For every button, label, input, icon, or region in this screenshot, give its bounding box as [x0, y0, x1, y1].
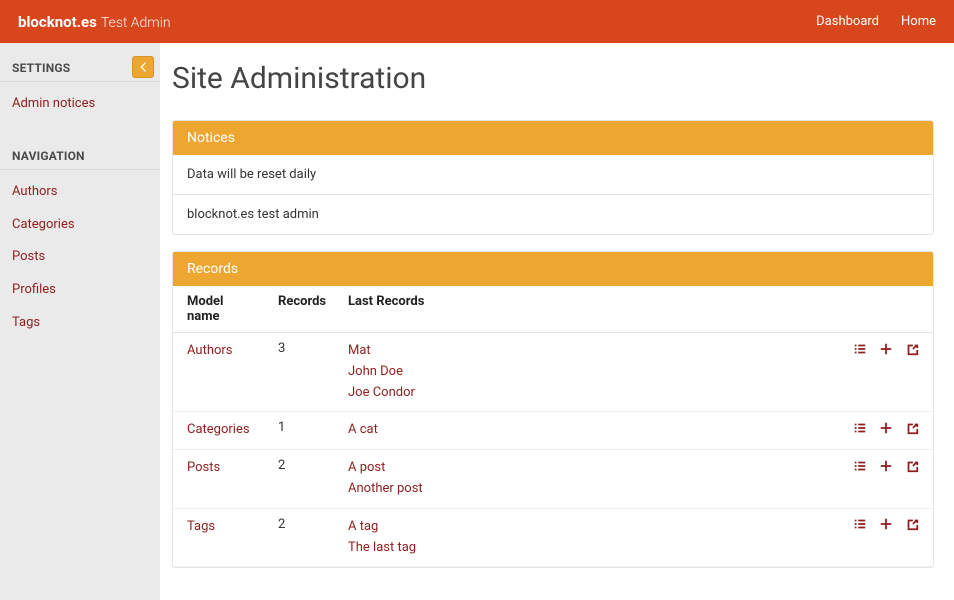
record-link[interactable]: A post — [348, 458, 833, 479]
export-icon — [905, 517, 919, 531]
add-button[interactable] — [879, 420, 893, 435]
sidebar-list-navigation: Authors Categories Posts Profiles Tags — [0, 170, 160, 350]
sidebar: SETTINGS Admin notices NAVIGATION Author… — [0, 43, 160, 600]
sidebar-item-posts[interactable]: Posts — [0, 241, 160, 274]
table-row: Posts2A postAnother post — [173, 450, 933, 509]
last-records-cell: A postAnother post — [338, 450, 843, 509]
chevron-left-icon — [136, 60, 150, 74]
notice-row: Data will be reset daily — [173, 155, 933, 194]
export-button[interactable] — [905, 458, 919, 473]
list-icon — [853, 459, 867, 473]
list-icon — [853, 517, 867, 531]
sidebar-item-label[interactable]: Admin notices — [12, 94, 148, 115]
topbar: blocknot.es Test Admin Dashboard Home — [0, 0, 954, 43]
sidebar-item-label[interactable]: Authors — [12, 182, 148, 203]
brand-name: blocknot.es — [18, 13, 97, 31]
model-link[interactable]: Posts — [187, 458, 258, 479]
brand[interactable]: blocknot.es Test Admin — [18, 13, 171, 31]
record-link[interactable]: Mat — [348, 341, 833, 362]
list-button[interactable] — [853, 458, 867, 473]
add-button[interactable] — [879, 517, 893, 532]
list-button[interactable] — [853, 341, 867, 356]
export-button[interactable] — [905, 420, 919, 435]
list-button[interactable] — [853, 420, 867, 435]
plus-icon — [879, 459, 893, 473]
last-records-cell: A cat — [338, 412, 843, 450]
actions-cell — [843, 333, 933, 412]
export-button[interactable] — [905, 341, 919, 356]
model-link[interactable]: Tags — [187, 517, 258, 538]
sidebar-item-profiles[interactable]: Profiles — [0, 274, 160, 307]
record-link[interactable]: Another post — [348, 479, 833, 500]
topnav: Dashboard Home — [816, 14, 936, 29]
record-link[interactable]: The last tag — [348, 538, 833, 559]
record-link[interactable]: Joe Condor — [348, 383, 833, 404]
table-row: Categories 1 A cat — [173, 412, 933, 450]
actions-cell — [843, 412, 933, 450]
notices-panel-body: Data will be reset daily blocknot.es tes… — [173, 155, 933, 234]
sidebar-list-settings: Admin notices — [0, 82, 160, 131]
sidebar-item-label[interactable]: Categories — [12, 215, 148, 236]
th-actions — [843, 286, 933, 333]
records-table: Model name Records Last Records Authors 3… — [173, 286, 933, 567]
export-icon — [905, 342, 919, 356]
records-panel: Records Model name Records Last Records … — [172, 251, 934, 568]
add-button[interactable] — [879, 458, 893, 473]
sidebar-item-categories[interactable]: Categories — [0, 209, 160, 242]
notices-panel-heading: Notices — [173, 121, 933, 155]
record-count: 2 — [268, 508, 338, 567]
sidebar-item-label[interactable]: Tags — [12, 313, 148, 334]
notices-panel: Notices Data will be reset daily blockno… — [172, 120, 934, 235]
th-last-records: Last Records — [338, 286, 843, 333]
last-records-cell: MatJohn DoeJoe Condor — [338, 333, 843, 412]
sidebar-item-label[interactable]: Posts — [12, 247, 148, 268]
model-link[interactable]: Authors — [187, 341, 258, 362]
list-button[interactable] — [853, 517, 867, 532]
records-panel-heading: Records — [173, 252, 933, 286]
record-count: 3 — [268, 333, 338, 412]
plus-icon — [879, 342, 893, 356]
sidebar-heading-navigation: NAVIGATION — [0, 131, 160, 170]
last-records-cell: A tagThe last tag — [338, 508, 843, 567]
export-icon — [905, 459, 919, 473]
main: Site Administration Notices Data will be… — [160, 43, 954, 600]
record-link[interactable]: John Doe — [348, 362, 833, 383]
sidebar-item-admin-notices[interactable]: Admin notices — [0, 88, 160, 121]
export-icon — [905, 421, 919, 435]
sidebar-item-tags[interactable]: Tags — [0, 307, 160, 340]
sidebar-item-label[interactable]: Profiles — [12, 280, 148, 301]
sidebar-collapse-button[interactable] — [132, 56, 154, 78]
record-count: 1 — [268, 412, 338, 450]
list-icon — [853, 342, 867, 356]
notice-row: blocknot.es test admin — [173, 194, 933, 234]
table-row: Tags2A tagThe last tag — [173, 508, 933, 567]
plus-icon — [879, 421, 893, 435]
model-link[interactable]: Categories — [187, 420, 258, 441]
page-title: Site Administration — [172, 61, 934, 96]
record-link[interactable]: A tag — [348, 517, 833, 538]
table-row: Authors3MatJohn DoeJoe Condor — [173, 333, 933, 412]
actions-cell — [843, 508, 933, 567]
th-records: Records — [268, 286, 338, 333]
record-link[interactable]: A cat — [348, 420, 833, 441]
brand-sub: Test Admin — [101, 15, 171, 31]
record-count: 2 — [268, 450, 338, 509]
nav-home[interactable]: Home — [901, 14, 936, 29]
nav-dashboard[interactable]: Dashboard — [816, 14, 879, 29]
plus-icon — [879, 517, 893, 531]
add-button[interactable] — [879, 341, 893, 356]
th-model: Model name — [173, 286, 268, 333]
sidebar-item-authors[interactable]: Authors — [0, 176, 160, 209]
export-button[interactable] — [905, 517, 919, 532]
actions-cell — [843, 450, 933, 509]
list-icon — [853, 421, 867, 435]
